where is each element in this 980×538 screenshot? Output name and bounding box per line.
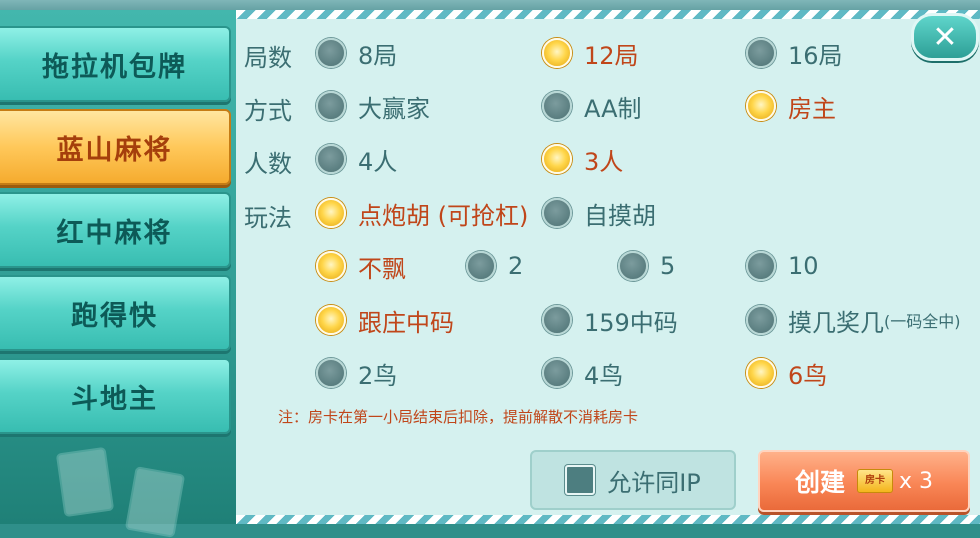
option-rounds-8[interactable]: 8局	[316, 35, 397, 71]
radio-icon	[542, 198, 572, 228]
panel-stripe-bottom	[236, 515, 980, 524]
option-players-3[interactable]: 3人	[542, 141, 623, 177]
option-mode-aa[interactable]: AA制	[542, 88, 642, 124]
option-piao-none[interactable]: 不飘	[316, 248, 406, 284]
option-rounds-16[interactable]: 16局	[746, 35, 843, 71]
radio-icon	[746, 251, 776, 281]
radio-selected-icon	[542, 38, 572, 68]
room-card-icon: 房卡	[857, 469, 893, 493]
allow-same-ip-label: 允许同IP	[607, 468, 701, 497]
create-room-button[interactable]: 创建 房卡 x 3	[758, 450, 970, 512]
option-mode-winner[interactable]: 大赢家	[316, 88, 430, 124]
radio-icon	[316, 38, 346, 68]
option-mode-host[interactable]: 房主	[746, 88, 836, 124]
close-icon: ✕	[932, 19, 958, 55]
label-mode: 方式	[244, 97, 292, 125]
radio-icon	[746, 305, 776, 335]
label-rounds: 局数	[244, 44, 292, 72]
radio-icon	[542, 305, 572, 335]
allow-same-ip-toggle[interactable]: 允许同IP	[530, 450, 736, 510]
option-piao-10[interactable]: 10	[746, 248, 819, 284]
close-button[interactable]: ✕	[911, 13, 979, 61]
room-card-note: 注：房卡在第一小局结束后扣除，提前解散不消耗房卡	[278, 408, 639, 426]
tab-tuolaji[interactable]: 拖拉机包牌	[0, 26, 231, 102]
option-piao-2[interactable]: 2	[466, 248, 523, 284]
tab-paodekuai[interactable]: 跑得快	[0, 275, 231, 351]
radio-icon	[316, 144, 346, 174]
tab-lanshan-mahjong[interactable]: 蓝山麻将	[0, 109, 231, 185]
checkbox-icon	[565, 465, 596, 495]
radio-selected-icon	[746, 358, 776, 388]
radio-selected-icon	[316, 198, 346, 228]
option-players-4[interactable]: 4人	[316, 141, 397, 177]
radio-selected-icon	[746, 91, 776, 121]
option-code-mojijiangji[interactable]: 摸几奖几 (一码全中)	[746, 302, 961, 338]
radio-icon	[746, 38, 776, 68]
option-code-genzhuang[interactable]: 跟庄中码	[316, 302, 454, 338]
panel-stripe-top	[236, 10, 980, 19]
option-piao-5[interactable]: 5	[618, 248, 675, 284]
game-sidebar: 拖拉机包牌 蓝山麻将 红中麻将 跑得快 斗地主	[0, 10, 236, 538]
radio-icon	[542, 358, 572, 388]
radio-icon	[618, 251, 648, 281]
radio-selected-icon	[542, 144, 572, 174]
radio-selected-icon	[316, 251, 346, 281]
radio-icon	[316, 91, 346, 121]
radio-icon	[316, 358, 346, 388]
option-play-dianpao[interactable]: 点炮胡 (可抢杠)	[316, 195, 528, 231]
option-birds-4[interactable]: 4鸟	[542, 355, 623, 391]
tab-hongzhong-mahjong[interactable]: 红中麻将	[0, 192, 231, 268]
room-settings-panel: 局数 方式 人数 玩法 8局 12局 16局 大赢家 AA制 房主 4人 3人 …	[236, 10, 980, 524]
radio-icon	[466, 251, 496, 281]
radio-icon	[542, 91, 572, 121]
option-play-zimo[interactable]: 自摸胡	[542, 195, 656, 231]
label-play: 玩法	[244, 204, 292, 232]
create-label: 创建	[794, 468, 845, 497]
radio-selected-icon	[316, 305, 346, 335]
option-rounds-12[interactable]: 12局	[542, 35, 639, 71]
room-card-cost: x 3	[899, 468, 934, 494]
tab-doudizhu[interactable]: 斗地主	[0, 358, 231, 434]
option-code-159[interactable]: 159中码	[542, 302, 678, 338]
mahjong-tiles-decoration	[40, 440, 200, 538]
label-players: 人数	[244, 150, 292, 178]
option-birds-2[interactable]: 2鸟	[316, 355, 397, 391]
option-birds-6[interactable]: 6鸟	[746, 355, 827, 391]
option-code-extra: (一码全中)	[884, 312, 961, 331]
